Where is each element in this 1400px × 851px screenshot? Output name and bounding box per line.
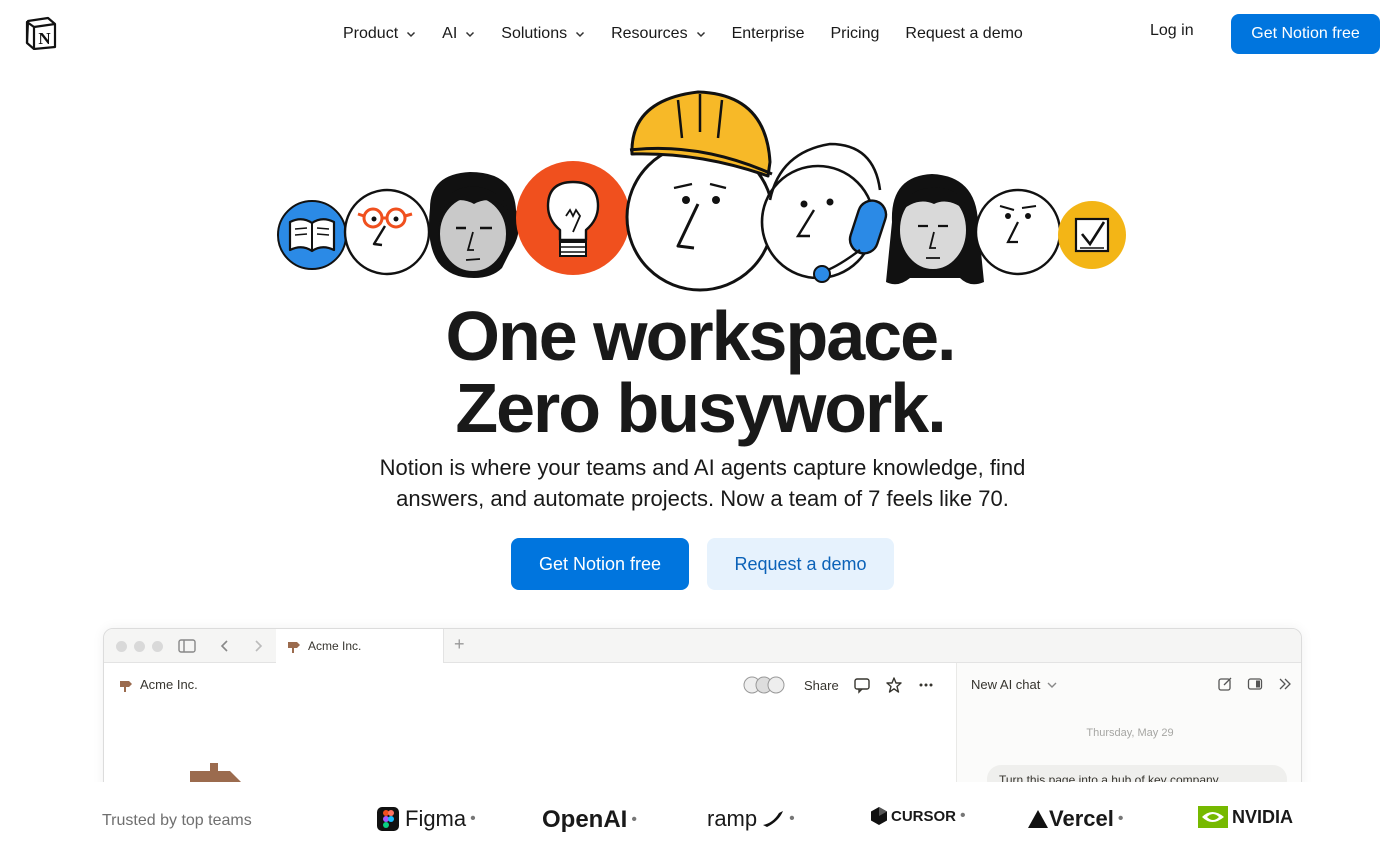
ai-chat-panel: New AI chat Thursday, May 29 Turn this p… [956, 663, 1301, 797]
openai-logo: OpenAI • [542, 806, 637, 833]
nav-ai[interactable]: AI [442, 25, 475, 43]
ai-chat-date: Thursday, May 29 [1086, 727, 1174, 739]
cursor-label: CURSOR [891, 807, 957, 825]
curly-hair-person-icon [429, 172, 519, 278]
glasses-face-icon [343, 188, 431, 276]
headline-line-2: Zero busywork. [455, 369, 946, 447]
subline-1: Notion is where your teams and AI agents… [379, 455, 1026, 480]
figma-icon [377, 807, 399, 831]
nav-pricing[interactable]: Pricing [831, 25, 880, 43]
page-toolbar: Share [742, 673, 949, 697]
window-minimize-dot[interactable] [134, 641, 145, 652]
hard-hat-face-icon [625, 90, 775, 292]
get-notion-free-button[interactable]: Get Notion free [1231, 14, 1380, 54]
cursor-icon [871, 807, 887, 825]
hero-subheadline: Notion is where your teams and AI agents… [340, 452, 1065, 514]
notion-logo-icon[interactable]: N [24, 16, 58, 50]
nav-request-demo[interactable]: Request a demo [905, 25, 1022, 43]
page-title: Acme Inc. [140, 677, 198, 692]
nvidia-logo: NVIDIA [1198, 806, 1293, 828]
nav-links: Product AI Solutions Resources Enterpris… [330, 22, 1036, 46]
ai-chat-tools [1203, 676, 1293, 692]
nav-product-label: Product [343, 25, 399, 42]
panel-layout-icon[interactable] [1247, 676, 1263, 692]
nvidia-eye-icon [1198, 806, 1228, 828]
sidebar-toggle-icon[interactable] [178, 638, 196, 654]
book-icon [277, 200, 347, 270]
trusted-by-bar: Trusted by top teams Figma • OpenAI • ramp… [0, 782, 1400, 851]
new-chat-edit-icon[interactable] [1217, 676, 1233, 692]
share-button[interactable]: Share [804, 678, 839, 693]
page-breadcrumb[interactable]: Acme Inc. [118, 677, 198, 692]
figma-label: Figma [405, 806, 467, 831]
logo-letter: N [38, 29, 51, 48]
chevron-down-icon [407, 31, 416, 38]
window-zoom-dot[interactable] [152, 641, 163, 652]
forward-arrow-icon[interactable] [249, 638, 267, 654]
nav-ai-label: AI [442, 25, 458, 42]
headset-face-icon [760, 142, 888, 283]
nav-solutions[interactable]: Solutions [501, 25, 585, 43]
nav-enterprise[interactable]: Enterprise [732, 25, 805, 43]
nav-solutions-label: Solutions [501, 25, 568, 42]
hero-request-demo-button[interactable]: Request a demo [707, 538, 894, 590]
hero-headline: One workspace. Zero busywork. [0, 300, 1400, 444]
thinking-face-icon [974, 188, 1062, 276]
lightbulb-icon [516, 161, 630, 275]
new-tab-plus-icon[interactable]: + [454, 634, 465, 655]
long-hair-woman-icon [886, 174, 984, 285]
nav-resources-label: Resources [611, 25, 688, 42]
tab-acme-label: Acme Inc. [308, 639, 362, 653]
ai-chat-title-label: New AI chat [971, 677, 1041, 692]
chevron-down-icon [696, 31, 705, 38]
hero-illustration [277, 90, 1126, 292]
ramp-logo: ramp • [707, 806, 795, 831]
ai-chat-title[interactable]: New AI chat [971, 677, 1058, 692]
signpost-icon [288, 642, 300, 653]
vercel-label: Vercel [1049, 806, 1114, 831]
window-close-dot[interactable] [116, 641, 127, 652]
collapse-panel-icon[interactable] [1277, 676, 1293, 692]
nav-product[interactable]: Product [343, 25, 416, 43]
cursor-logo: CURSOR • [870, 806, 966, 826]
more-options-icon[interactable] [917, 676, 935, 694]
collaborator-avatars-icon[interactable] [742, 675, 790, 695]
chevron-down-icon [466, 31, 475, 38]
hero-get-notion-free-button[interactable]: Get Notion free [511, 538, 689, 590]
vercel-logo: Vercel • [1027, 806, 1123, 832]
signpost-icon [120, 680, 132, 692]
nvidia-label: NVIDIA [1232, 806, 1294, 827]
app-preview-window: Acme Inc. + Acme Inc. Share New AI chat … [103, 628, 1302, 798]
comment-icon[interactable] [853, 676, 871, 694]
chevron-down-icon [576, 31, 585, 38]
window-tabbar: Acme Inc. + [104, 629, 1301, 663]
openai-label: OpenAI [542, 806, 628, 833]
vercel-triangle-icon [1028, 810, 1048, 828]
trusted-label: Trusted by top teams [102, 812, 252, 829]
login-link[interactable]: Log in [1150, 22, 1194, 40]
top-nav: N Product AI Solutions Resources Enterpr… [0, 0, 1400, 68]
subline-2: answers, and automate projects. Now a te… [396, 486, 1009, 511]
ramp-icon [763, 811, 784, 827]
tab-acme[interactable]: Acme Inc. [276, 629, 444, 663]
figma-logo: Figma • [377, 806, 476, 832]
star-icon[interactable] [885, 676, 903, 694]
nav-resources[interactable]: Resources [611, 25, 705, 43]
checkbox-icon [1058, 201, 1126, 269]
back-arrow-icon[interactable] [216, 638, 234, 654]
headline-line-1: One workspace. [445, 297, 957, 375]
chevron-down-icon [1047, 682, 1057, 688]
ramp-label: ramp [707, 806, 758, 831]
